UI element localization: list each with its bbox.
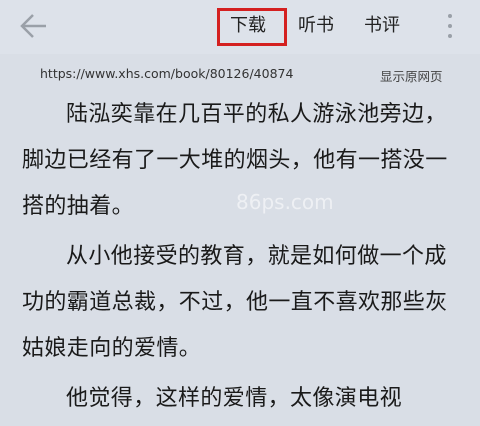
show-original-link[interactable]: 显示原网页 [380, 66, 443, 85]
listen-button[interactable]: 听书 [298, 14, 334, 38]
paragraph: 从小他接受的教育，就是如何做一个成功的霸道总裁，不过，他一直不喜欢那些灰姑娘走向… [22, 244, 448, 361]
back-arrow-icon[interactable] [18, 12, 50, 40]
top-toolbar: 下载 听书 书评 [0, 0, 480, 54]
page-url: https://www.xhs.com/book/80126/40874 [40, 66, 294, 81]
more-vertical-icon[interactable] [446, 14, 454, 40]
download-button[interactable]: 下载 [230, 14, 266, 38]
url-row: https://www.xhs.com/book/80126/40874 显示原… [0, 66, 480, 86]
watermark: 86ps.com [236, 190, 334, 214]
review-button[interactable]: 书评 [364, 14, 400, 38]
article-body: 陆泓奕靠在几百平的私人游泳池旁边，脚边已经有了一大堆的烟头，他有一搭没一搭的抽着… [22, 92, 462, 426]
paragraph: 他觉得，这样的爱情，太像演电视 [66, 386, 403, 411]
